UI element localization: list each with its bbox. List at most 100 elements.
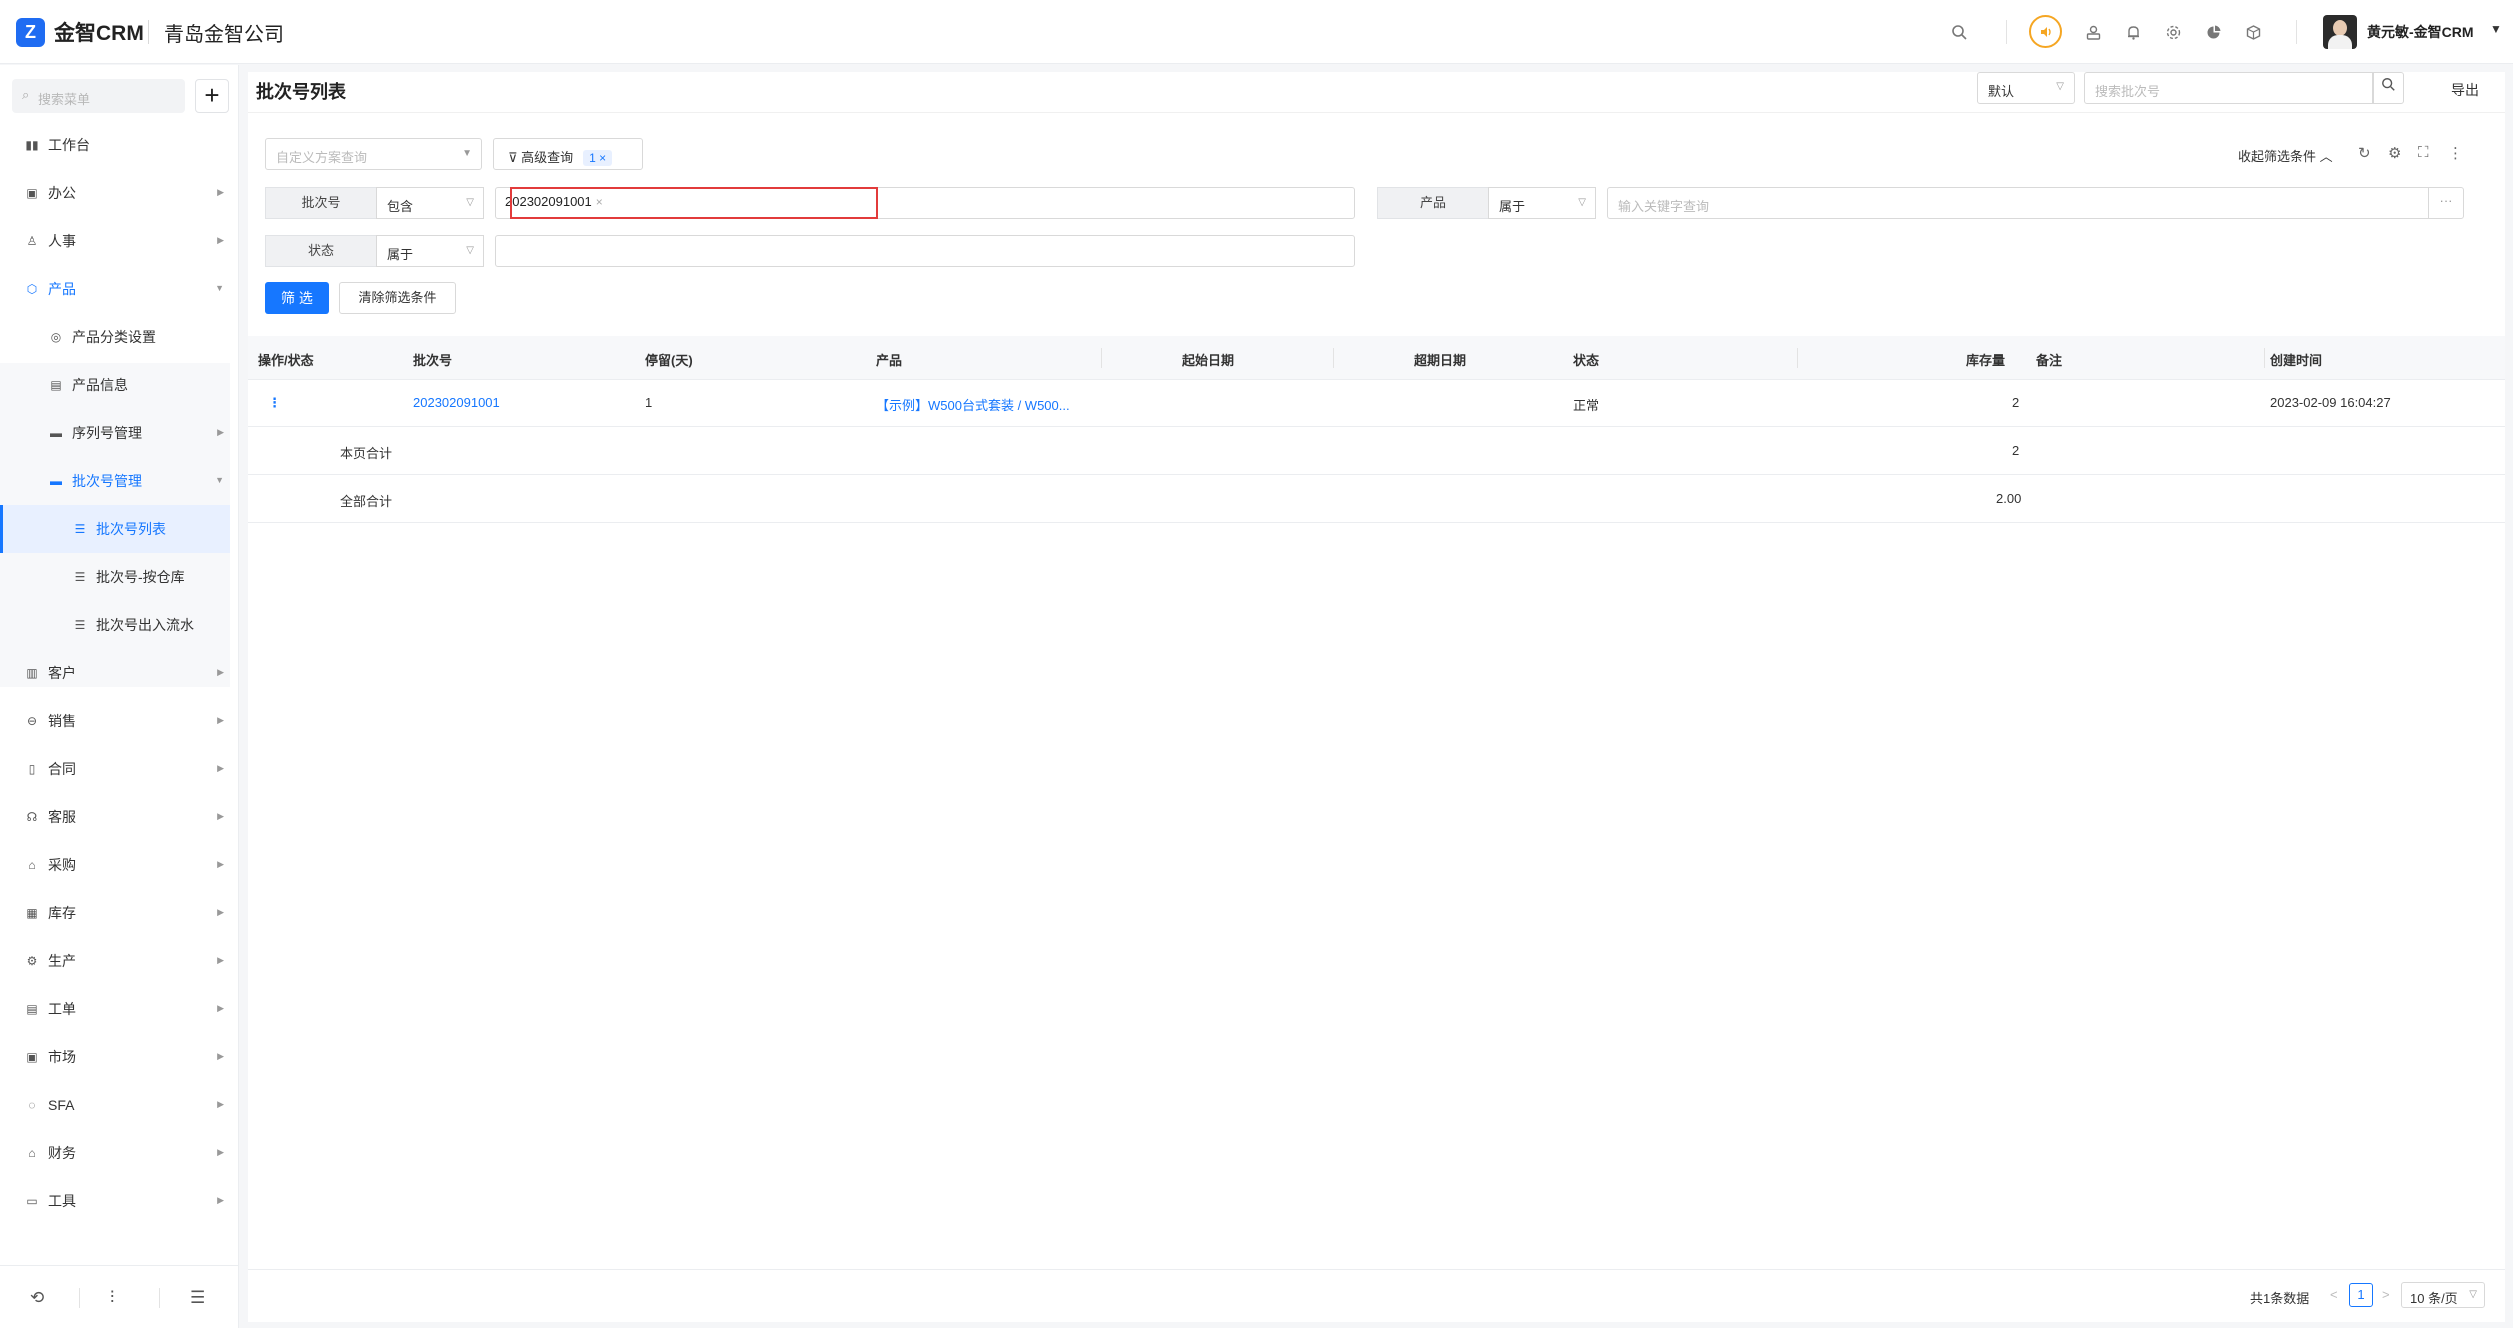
sidebar-item-serial-management[interactable]: ▬ 序列号管理 ▶ [0,409,230,457]
sidebar-item-batch-management[interactable]: ▬ 批次号管理 ▼ [0,457,230,505]
all-total-stock: 2.00 [1996,491,2022,506]
folder-icon: ▬ [50,474,62,488]
sidebar-item-label: 办公 [48,185,76,201]
clear-filter-button[interactable]: 清除筛选条件 [339,282,456,314]
chevron-right-icon: ▶ [217,859,224,869]
sidebar-item-contract[interactable]: ▯ 合同 ▶ [0,745,230,793]
column-header[interactable]: 停留(天) [645,350,693,369]
chevron-down-icon[interactable]: ▼ [2490,22,2502,36]
cube-icon[interactable] [2241,20,2265,44]
gear-icon[interactable] [2161,20,2185,44]
sidebar-item-batch-flow[interactable]: ☰ 批次号出入流水 [0,601,230,649]
page-size-select[interactable]: 10 条/页 ▽ [2401,1282,2485,1308]
view-select[interactable]: 默认 ▽ [1977,72,2075,104]
batch-operator-select[interactable]: 包含 ▽ [376,187,484,219]
product-operator-select[interactable]: 属于 ▽ [1488,187,1596,219]
menu-search-input[interactable]: ⌕ 搜索菜单 [12,79,185,113]
sidebar-item-inventory[interactable]: ▦ 库存 ▶ [0,889,230,937]
list-icon: ☰ [74,618,86,632]
sidebar-item-service[interactable]: ☊ 客服 ▶ [0,793,230,841]
sidebar-item-ticket[interactable]: ▤ 工单 ▶ [0,985,230,1033]
sidebar-item-finance[interactable]: ⌂ 财务 ▶ [0,1129,230,1177]
table-row[interactable]: ⋮ 202302091001 1 【示例】W500台式套装 / W500... … [248,380,2505,427]
column-header[interactable]: 产品 [876,350,902,369]
filter-settings-icon[interactable]: ⫶ [110,1288,114,1308]
search-icon[interactable] [1947,20,1971,44]
column-divider [1333,348,1334,368]
column-header[interactable]: 超期日期 [1414,350,1466,369]
brand-name[interactable]: 金智CRM [54,17,144,47]
scrollbar[interactable] [2505,72,2513,1322]
sidebar-item-label: 批次号出入流水 [96,617,194,633]
sidebar-item-product-info[interactable]: ▤ 产品信息 [0,361,230,409]
batch-number-link[interactable]: 202302091001 [413,395,500,410]
status-operator-select[interactable]: 属于 ▽ [376,235,484,267]
page-number-current[interactable]: 1 [2349,1283,2373,1307]
product-keyword-input[interactable]: 输入关键字查询 [1607,187,2429,219]
sidebar-item-sales[interactable]: ⊖ 销售 ▶ [0,697,230,745]
sidebar-item-product[interactable]: ⬡ 产品 ▼ [0,265,230,313]
column-header[interactable]: 操作/状态 [258,350,314,369]
sidebar-item-tools[interactable]: ▭ 工具 ▶ [0,1177,230,1225]
sidebar-item-sfa[interactable]: ◌ SFA ▶ [0,1081,230,1129]
custom-query-select[interactable]: 自定义方案查询 ▼ [265,138,482,170]
sidebar-item-hr[interactable]: ♙ 人事 ▶ [0,217,230,265]
export-button[interactable]: 导出 [2451,80,2479,100]
refresh-icon[interactable]: ↻ [2358,144,2371,162]
sidebar-item-batch-by-warehouse[interactable]: ☰ 批次号-按仓库 [0,553,230,601]
next-page-icon[interactable]: > [2382,1287,2390,1302]
contacts-icon[interactable] [2081,20,2105,44]
batch-search-input[interactable]: 搜索批次号 [2084,72,2374,104]
pie-chart-icon[interactable] [2201,20,2225,44]
column-header[interactable]: 起始日期 [1182,350,1234,369]
add-menu-button[interactable]: + [195,79,229,113]
fullscreen-icon[interactable]: ⛶ [2418,144,2429,161]
chevron-down-icon: ▽ [466,197,474,208]
voice-icon[interactable] [2029,15,2062,48]
chevron-down-icon: ▽ [466,245,474,256]
brand-divider [148,20,149,44]
product-link[interactable]: 【示例】W500台式套装 / W500... [876,395,1070,414]
chevron-right-icon: ▶ [217,1099,224,1109]
chevron-right-icon: ▶ [217,1147,224,1157]
column-header[interactable]: 创建时间 [2270,350,2322,369]
hr-icon: ♙ [26,234,38,248]
more-vertical-icon[interactable]: ⋮ [2448,144,2463,162]
sidebar-item-market[interactable]: ▣ 市场 ▶ [0,1033,230,1081]
search-button[interactable] [2372,72,2404,104]
more-horizontal-icon: ··· [2439,193,2453,208]
sidebar-item-batch-list[interactable]: ☰ 批次号列表 [0,505,230,553]
row-actions-icon[interactable]: ⋮ [268,395,281,411]
sidebar-item-purchase[interactable]: ⌂ 采购 ▶ [0,841,230,889]
sidebar-item-label: 客服 [48,809,76,825]
filter-button[interactable]: 筛 选 [265,282,329,314]
view-select-value: 默认 [1988,84,2015,99]
column-header[interactable]: 状态 [1573,350,1599,369]
avatar[interactable] [2323,15,2357,49]
collapse-menu-icon[interactable]: ☰ [190,1288,205,1308]
advanced-query-button[interactable]: ⊽ 高级查询 1 × [493,138,643,170]
column-header[interactable]: 批次号 [413,350,452,369]
bell-icon[interactable] [2121,20,2145,44]
sidebar-item-product-category[interactable]: ◎ 产品分类设置 [0,313,230,361]
more-options-button[interactable]: ··· [2428,187,2464,219]
sidebar-item-office[interactable]: ▣ 办公 ▶ [0,169,230,217]
prev-page-icon[interactable]: < [2330,1287,2338,1302]
user-name[interactable]: 黄元敏-金智CRM [2367,22,2474,42]
chevron-down-icon: ▼ [215,283,224,293]
sidebar-item-customer[interactable]: ▥ 客户 ▶ [0,649,230,697]
collapse-filter-label: 收起筛选条件 [2238,149,2317,164]
collapse-filter-toggle[interactable]: 收起筛选条件 ︿ [2238,146,2333,165]
top-bar: Z 金智CRM 青岛金智公司 黄元敏-金智CRM ▼ [0,0,2513,64]
status-value-input[interactable] [495,235,1355,267]
column-header[interactable]: 备注 [2036,350,2062,369]
history-icon[interactable]: ⟲ [30,1288,44,1308]
sidebar-item-production[interactable]: ⚙ 生产 ▶ [0,937,230,985]
logo-icon[interactable]: Z [16,18,45,47]
menu-search-placeholder: 搜索菜单 [38,92,91,107]
column-header[interactable]: 库存量 [1966,350,2005,369]
sidebar-item-workbench[interactable]: ▮▮ 工作台 [0,121,230,169]
advanced-query-badge[interactable]: 1 × [583,150,613,166]
column-divider [1101,348,1102,368]
column-settings-icon[interactable]: ⚙ [2388,144,2401,162]
